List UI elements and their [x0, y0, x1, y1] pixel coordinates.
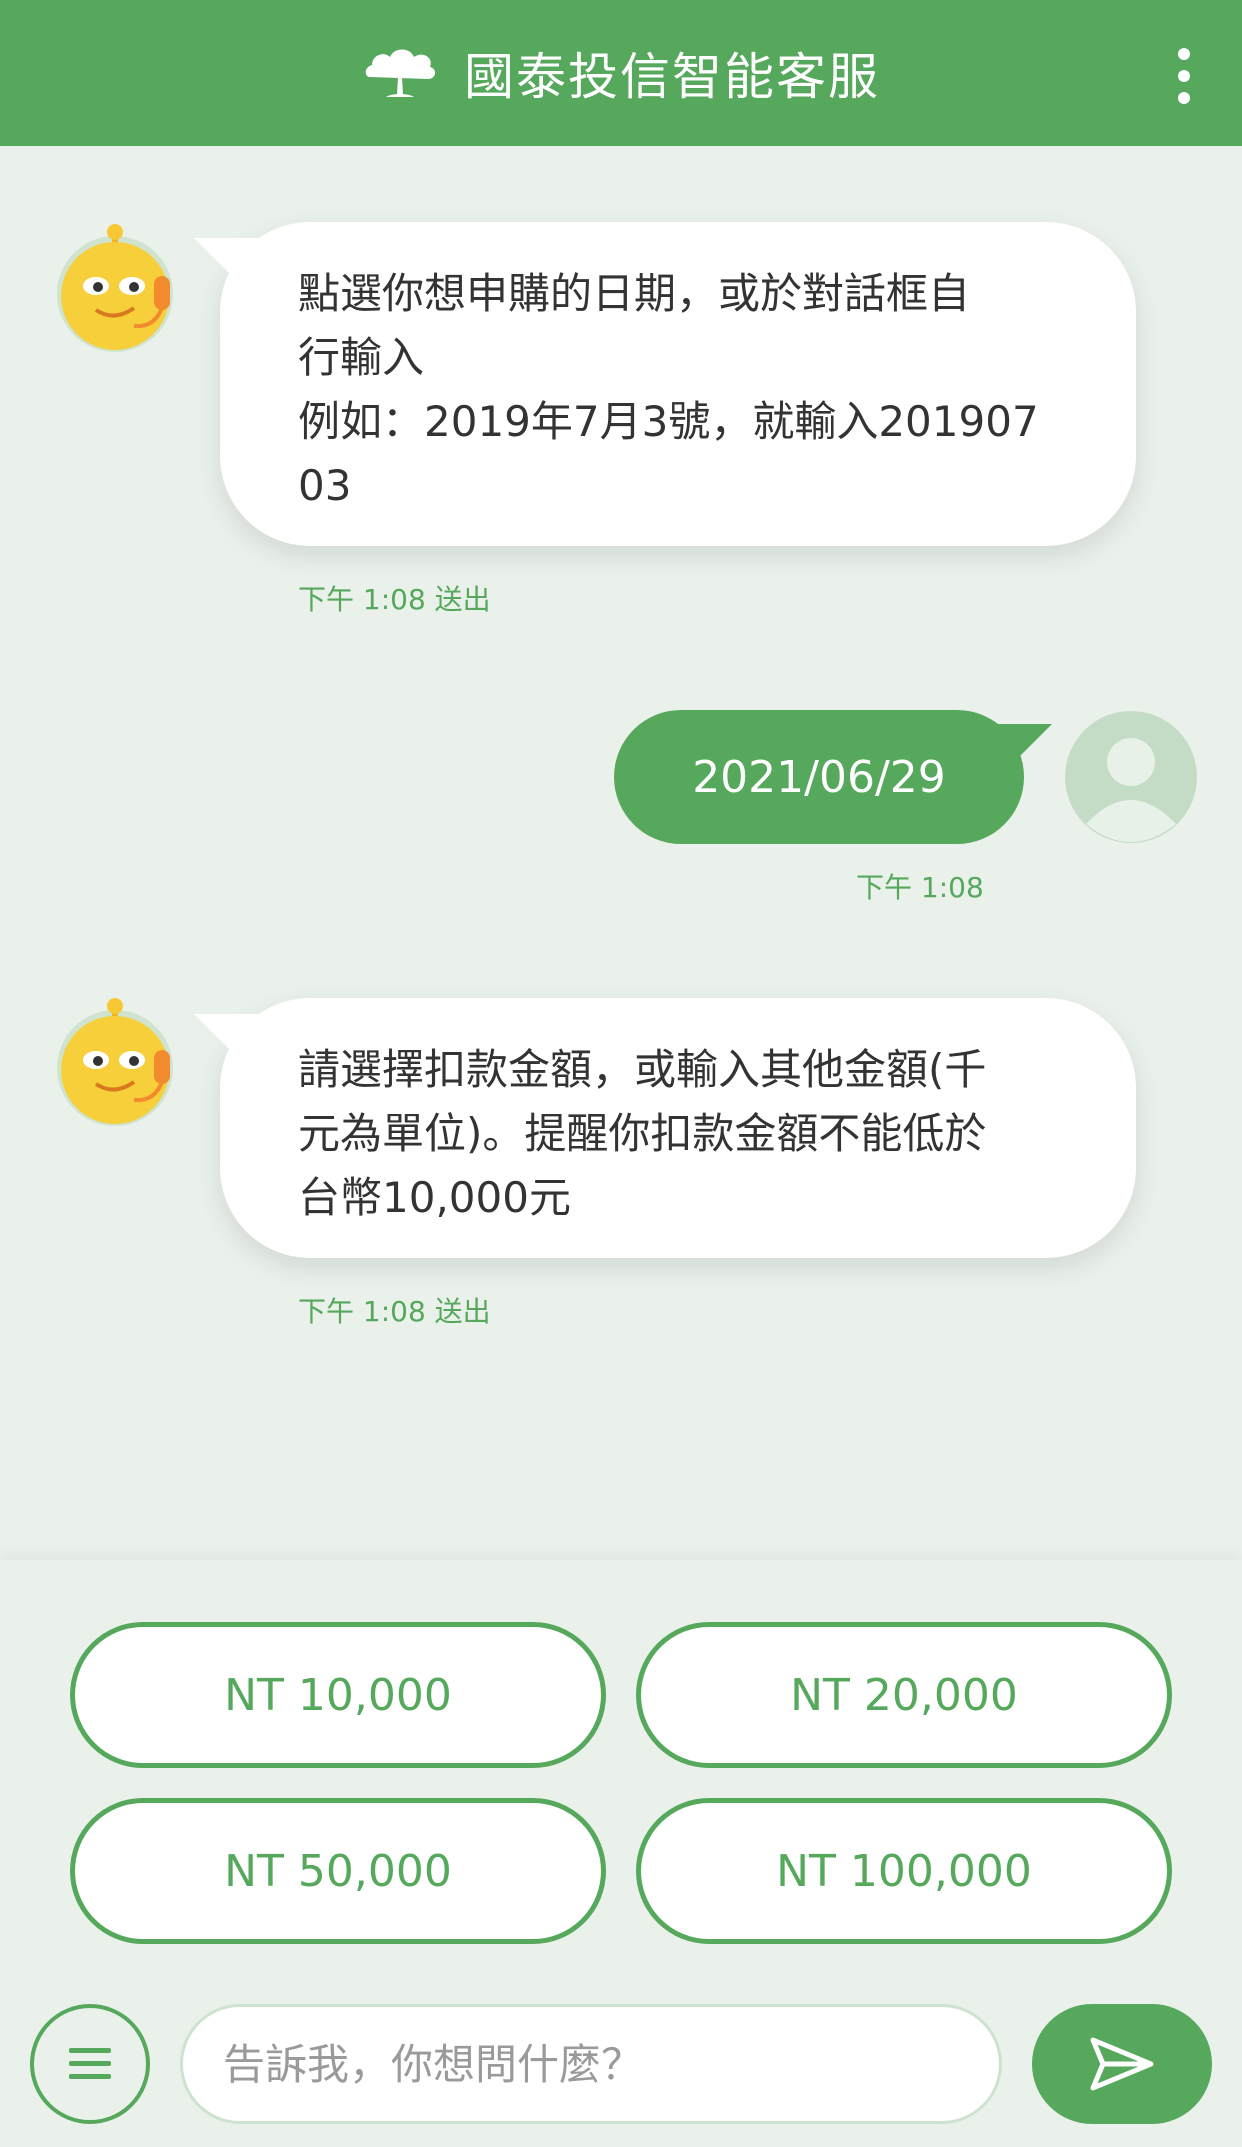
user-avatar-icon [1065, 711, 1197, 843]
app-header: 國泰投信智能客服 [0, 0, 1242, 146]
message-text-line: 請選擇扣款金額，或輸入其他金額(千 [298, 1045, 987, 1094]
send-button[interactable] [1032, 2004, 1212, 2124]
quick-reply-50000[interactable]: NT 50,000 [70, 1798, 606, 1944]
quick-reply-100000[interactable]: NT 100,000 [636, 1798, 1172, 1944]
bot-avatar-icon [57, 224, 173, 352]
header-title: 國泰投信智能客服 [464, 48, 880, 106]
quick-reply-20000[interactable]: NT 20,000 [636, 1622, 1172, 1768]
bot-avatar-icon [57, 998, 173, 1126]
bot-message-1: 點選你想申購的日期，或於對話框自 行輸入 例如：2019年7月3號，就輸入201… [194, 222, 1136, 546]
message-timestamp: 下午 1:08 送出 [298, 583, 491, 616]
message-text-line: 台幣10,000元 [298, 1173, 571, 1222]
bubble-tail-icon [972, 724, 1052, 784]
bot-message-2: 請選擇扣款金額，或輸入其他金額(千 元為單位)。提醒你扣款金額不能低於 台幣10… [194, 998, 1136, 1258]
message-timestamp: 下午 1:08 [856, 871, 984, 904]
composer-bar [0, 1990, 1242, 2147]
message-text-line: 例如：2019年7月3號，就輸入201907 [298, 397, 1039, 446]
message-text-line: 03 [298, 461, 352, 510]
message-text-line: 行輸入 [298, 333, 425, 382]
menu-button[interactable] [30, 2004, 150, 2124]
message-text: 2021/06/29 [692, 751, 946, 803]
message-timestamp: 下午 1:08 送出 [298, 1295, 491, 1328]
chat-transcript[interactable]: 點選你想申購的日期，或於對話框自 行輸入 例如：2019年7月3號，就輸入201… [0, 146, 1242, 1560]
send-icon [1090, 2037, 1154, 2091]
tree-logo-icon [365, 49, 436, 97]
message-input[interactable] [180, 2004, 1002, 2124]
bubble-tail-icon [194, 1014, 274, 1074]
hamburger-menu-icon [69, 2048, 111, 2079]
quick-reply-panel: NT 10,000 NT 20,000 NT 50,000 NT 100,000 [0, 1560, 1242, 1990]
bubble-tail-icon [194, 238, 274, 298]
quick-reply-10000[interactable]: NT 10,000 [70, 1622, 606, 1768]
message-text-line: 點選你想申購的日期，或於對話框自 [298, 269, 971, 318]
user-message: 2021/06/29 [614, 710, 1052, 844]
more-vertical-icon[interactable] [1174, 48, 1194, 104]
message-text-line: 元為單位)。提醒你扣款金額不能低於 [298, 1109, 987, 1158]
header-brand: 國泰投信智能客服 [362, 37, 880, 109]
